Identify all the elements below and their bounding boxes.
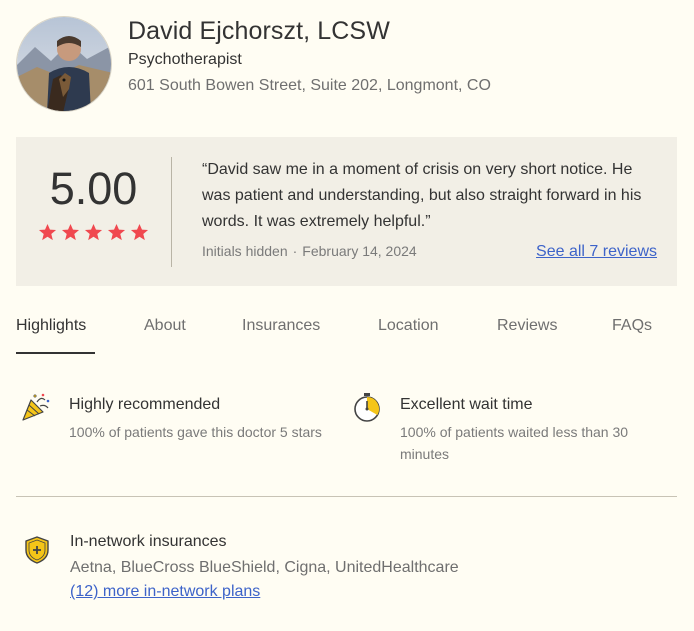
highlight-desc-wait-time: 100% of patients waited less than 30 min… (400, 424, 629, 462)
review-quote: “David saw me in a moment of crisis on v… (202, 161, 642, 230)
highlight-desc-recommended: 100% of patients gave this doctor 5 star… (69, 424, 322, 440)
tab-about[interactable]: About (144, 317, 186, 335)
provider-profile-page: David Ejchorszt, LCSW Psychotherapist 60… (0, 0, 694, 631)
star-icon (130, 223, 149, 241)
see-all-reviews-link[interactable]: See all 7 reviews (536, 243, 657, 261)
section-tabs: Highlights About Insurances Location Rev… (16, 317, 677, 355)
tab-highlights[interactable]: Highlights (16, 317, 86, 335)
insurance-title: In-network insurances (70, 533, 227, 550)
star-icon (84, 223, 103, 241)
highlight-title-recommended: Highly recommended (69, 396, 221, 413)
review-summary-card: 5.00 “David saw me in a moment of crisis… (16, 137, 677, 286)
star-icon (61, 223, 80, 241)
tab-insurances[interactable]: Insurances (242, 317, 320, 335)
star-icon (107, 223, 126, 241)
provider-photo (17, 17, 111, 111)
party-popper-icon (21, 392, 51, 422)
review-date: February 14, 2024 (302, 243, 417, 259)
meta-separator: · (292, 243, 298, 259)
overall-rating: 5.00 (49, 163, 138, 214)
star-rating (38, 223, 149, 242)
tab-faqs[interactable]: FAQs (612, 317, 652, 335)
review-author: Initials hidden (202, 243, 288, 259)
card-divider (171, 157, 172, 267)
provider-address: 601 South Bowen Street, Suite 202, Longm… (128, 77, 491, 94)
review-meta: Initials hidden · February 14, 2024 (202, 243, 417, 259)
insurance-list: Aetna, BlueCross BlueShield, Cigna, Unit… (70, 559, 459, 576)
shield-plus-icon (23, 535, 53, 565)
provider-avatar (16, 16, 112, 112)
provider-name: David Ejchorszt, LCSW (128, 17, 390, 45)
tab-reviews[interactable]: Reviews (497, 317, 557, 335)
section-divider (16, 496, 677, 497)
highlight-title-wait-time: Excellent wait time (400, 396, 533, 413)
active-tab-indicator (16, 352, 95, 354)
more-plans-link[interactable]: (12) more in-network plans (70, 583, 260, 601)
star-icon (38, 223, 57, 241)
tab-location[interactable]: Location (378, 317, 439, 335)
stopwatch-icon (352, 392, 382, 422)
provider-specialty: Psychotherapist (128, 51, 242, 68)
